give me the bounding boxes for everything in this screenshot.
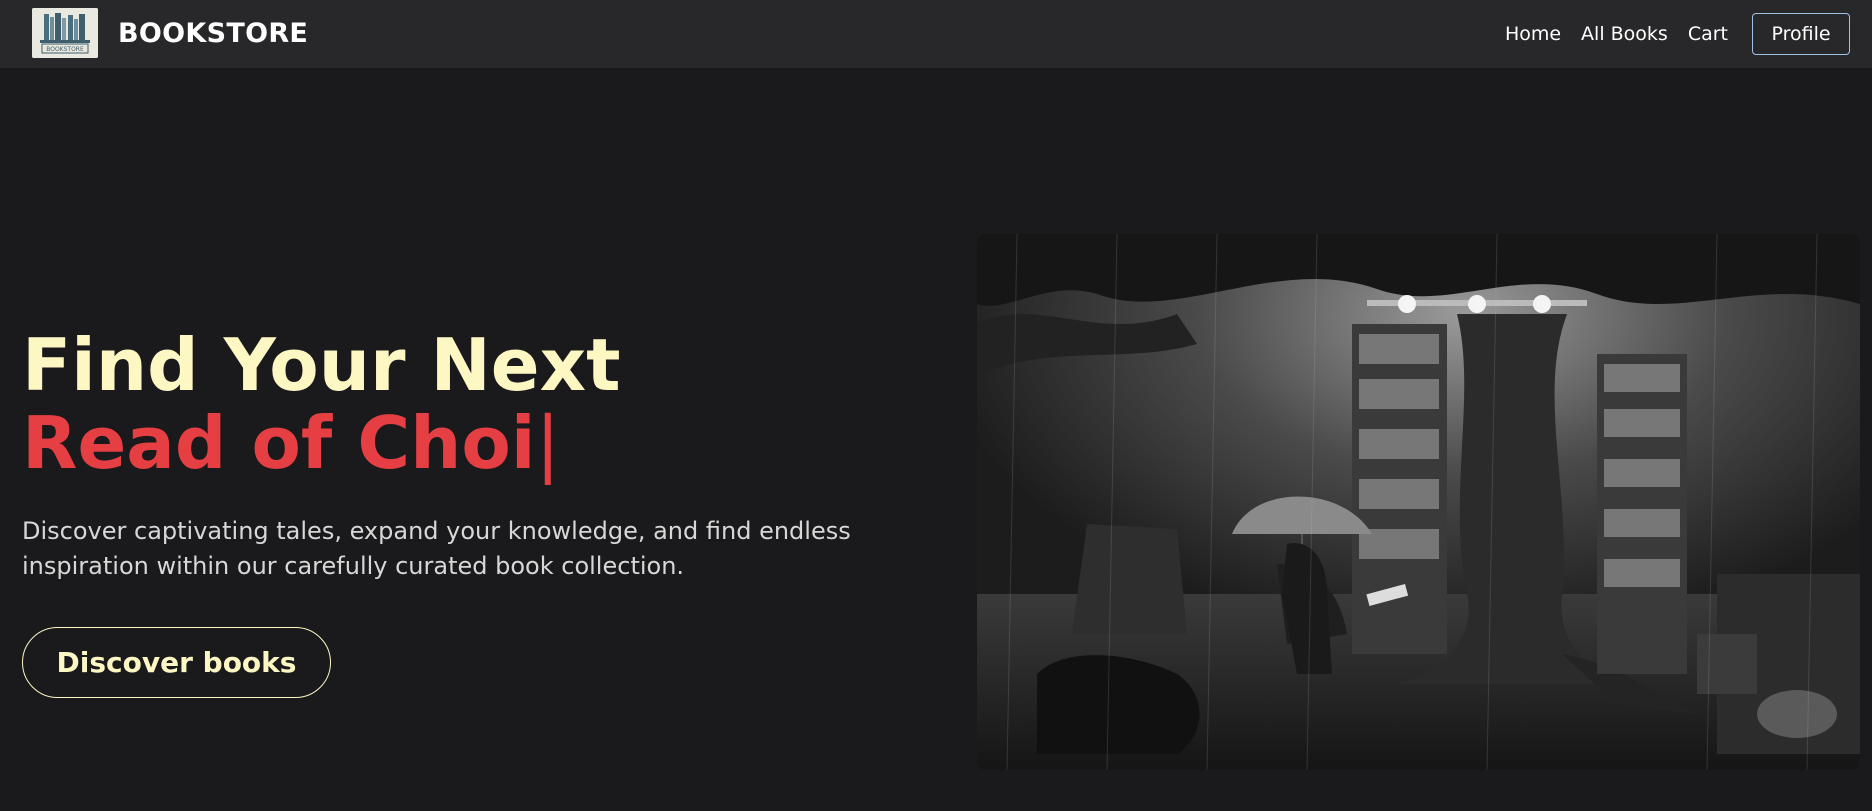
nav-link-cart[interactable]: Cart	[1688, 24, 1728, 44]
hero-description: Discover captivating tales, expand your …	[22, 517, 851, 580]
discover-books-button[interactable]: Discover books	[22, 627, 331, 698]
brand-title[interactable]: BOOKSTORE	[118, 18, 308, 49]
hero-image	[977, 234, 1860, 770]
typed-text: Read of Choi	[22, 401, 536, 485]
hero-title-line1: Find Your Next	[22, 323, 621, 407]
hero-title-line2: Read of Choi|	[22, 400, 560, 486]
nav-link-all-books[interactable]: All Books	[1581, 24, 1668, 44]
bookstore-logo-icon[interactable]: BOOKSTORE	[32, 8, 98, 58]
navbar: BOOKSTORE BOOKSTORE Home All Books Cart …	[0, 0, 1872, 68]
nav-link-home[interactable]: Home	[1505, 24, 1561, 44]
profile-button[interactable]: Profile	[1752, 13, 1850, 55]
nav-links: Home All Books Cart Profile	[1505, 12, 1850, 56]
typing-cursor: |	[535, 401, 560, 485]
svg-text:BOOKSTORE: BOOKSTORE	[46, 46, 84, 53]
